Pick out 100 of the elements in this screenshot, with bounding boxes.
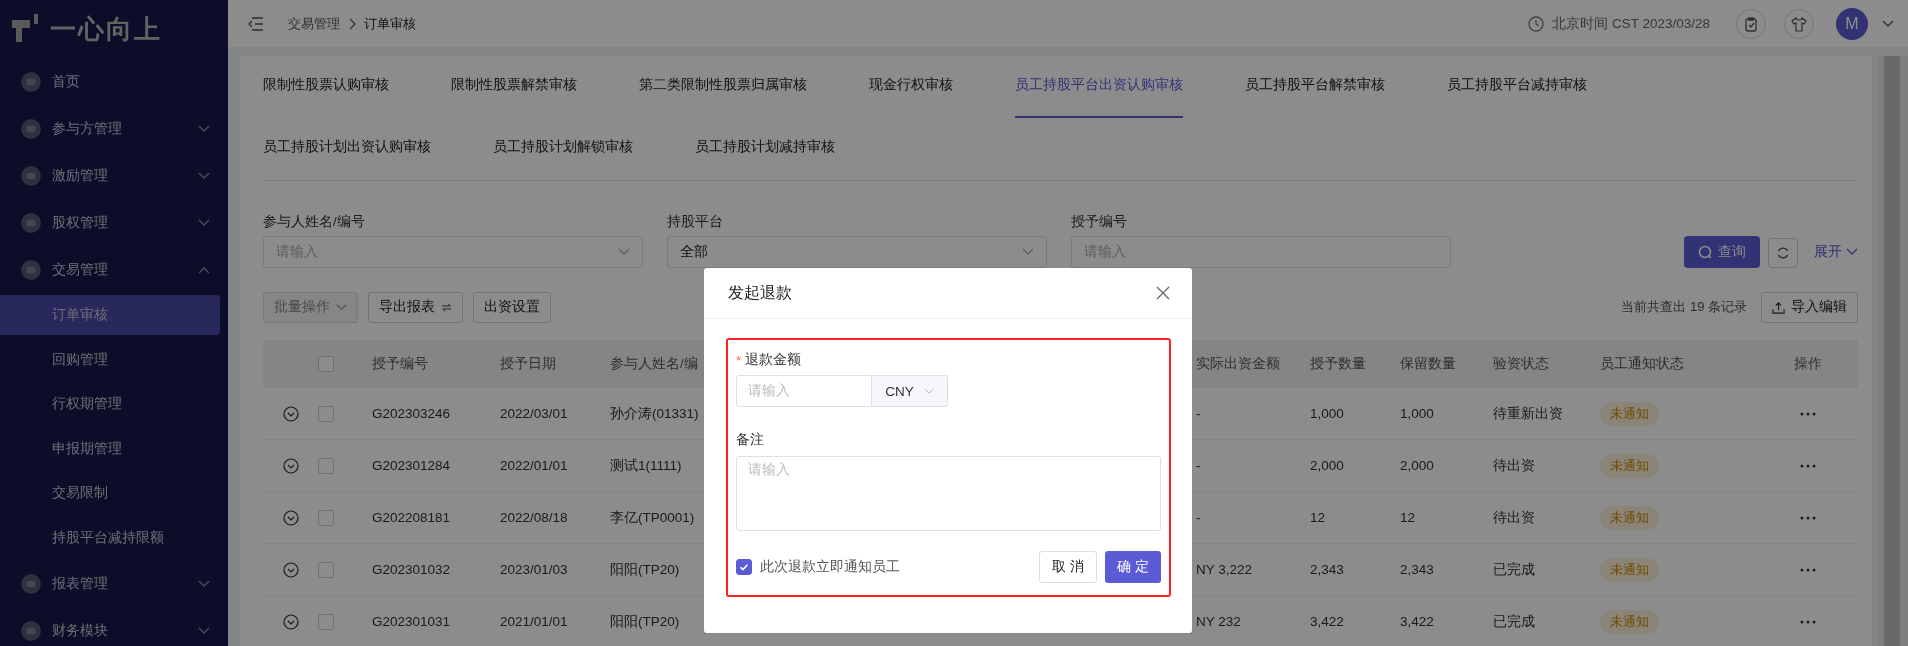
table-cell: 阳阳(TP20) [610,612,680,631]
breadcrumb-current: 订单审核 [364,14,416,33]
sidebar-item[interactable]: 参与方管理 [0,105,228,152]
table-cell: G202301032 [372,562,451,577]
table-cell: G202303246 [372,406,451,421]
expand-row-icon[interactable] [282,613,299,630]
row-checkbox[interactable] [318,613,334,630]
table-cell: 12 [1310,510,1326,525]
tab[interactable]: 员工持股计划出资认购审核 [263,118,431,180]
table-cell: 孙介涛(01331) [610,404,699,423]
expand-link[interactable]: 展开 [1814,236,1858,268]
table-cell: 待出资 [1493,508,1535,527]
select-field[interactable]: 全部 [667,236,1047,268]
dialog-title: 发起退款 [728,282,793,303]
toolbar-button[interactable]: 出资设置 [473,291,551,323]
sidebar-subitem[interactable]: 行权期管理 [0,382,220,427]
refresh-icon [1776,246,1790,260]
sidebar-item[interactable]: 首页 [0,58,228,105]
collapse-icon[interactable] [248,16,264,31]
column-header: 操作 [1793,355,1822,373]
expand-row-icon[interactable] [282,509,299,526]
import-button[interactable]: 导入编辑 [1761,291,1858,323]
row-checkbox[interactable] [318,509,334,526]
expand-row-icon[interactable] [282,561,299,578]
tab[interactable]: 第二类限制性股票归属审核 [639,56,807,118]
table-cell: 2,343 [1400,562,1434,577]
tab[interactable]: 员工持股平台出资认购审核 [1015,56,1183,118]
more-icon[interactable] [1799,619,1816,624]
tab[interactable]: 限制性股票解禁审核 [451,56,577,118]
column-header: 验资状态 [1493,355,1549,373]
status-badge: 未通知 [1600,401,1659,426]
tab[interactable]: 员工持股计划解锁审核 [493,118,633,180]
tab[interactable]: 限制性股票认购审核 [263,56,389,118]
swap-icon [441,302,452,312]
clipboard-button[interactable] [1736,8,1766,39]
expand-row-icon[interactable] [282,405,299,422]
column-header: 实际出资金额 [1196,355,1280,373]
sidebar-subitem[interactable]: 回购管理 [0,337,220,382]
chevron-down-icon[interactable] [1882,19,1894,28]
status-badge: 未通知 [1600,557,1659,582]
sidebar-subitem[interactable]: 订单审核 [0,295,220,335]
sidebar-item[interactable]: 报表管理 [0,560,228,607]
expand-row-icon[interactable] [282,457,299,474]
sidebar-subitem[interactable]: 申报期管理 [0,426,220,471]
search-button[interactable]: 查询 [1684,236,1760,268]
refresh-button[interactable] [1768,238,1798,268]
tab[interactable]: 员工持股平台减持审核 [1447,56,1587,118]
status-badge: 未通知 [1600,505,1659,530]
tab[interactable]: 现金行权审核 [869,56,953,118]
more-icon[interactable] [1799,515,1816,520]
table-cell: 2022/08/18 [500,510,568,525]
chevron-down-icon [618,248,630,256]
table-cell: G202208181 [372,510,451,525]
more-icon[interactable] [1799,463,1816,468]
sidebar-item[interactable]: 财务模块 [0,607,228,646]
sidebar-item[interactable]: 交易管理 [0,246,228,293]
table-cell: G202301284 [372,458,451,473]
avatar[interactable]: M [1836,7,1868,40]
cancel-button[interactable]: 取 消 [1039,551,1098,583]
row-checkbox[interactable] [318,561,334,578]
table-cell: 1,000 [1310,406,1344,421]
table-cell: 2,000 [1400,458,1434,473]
select-all-checkbox[interactable] [318,356,334,372]
table-cell: 2021/01/01 [500,614,568,629]
clock-icon [1528,15,1545,32]
sidebar-subitem[interactable]: 持股平台减持限额 [0,515,220,560]
scrollbar[interactable] [1878,56,1908,646]
column-header: 授予数量 [1310,355,1366,373]
logo-text: 一心向上 [50,12,162,46]
table-cell: 12 [1400,510,1416,525]
table-cell: 待出资 [1493,456,1535,475]
sidebar-item[interactable]: 股权管理 [0,199,228,246]
table-cell: 2023/01/03 [500,562,568,577]
row-checkbox[interactable] [318,457,334,474]
close-icon[interactable] [1156,286,1170,300]
status-badge: 未通知 [1600,609,1659,634]
more-icon[interactable] [1799,411,1816,416]
table-cell: - [1196,458,1201,473]
currency-select[interactable]: CNY [872,375,948,407]
required-mark: * [736,352,742,368]
sidebar-item[interactable]: 激励管理 [0,152,228,199]
confirm-button[interactable]: 确 定 [1105,551,1161,583]
sidebar-subitem[interactable]: 交易限制 [0,471,220,516]
more-icon[interactable] [1799,567,1816,572]
table-cell: 3,422 [1400,614,1434,629]
chevron-right-icon [348,17,356,30]
search-icon [1698,245,1712,259]
tab[interactable]: 员工持股计划减持审核 [695,118,835,180]
row-checkbox[interactable] [318,405,334,422]
table-cell: - [1196,406,1201,421]
toolbar-button[interactable]: 导出报表 [368,291,463,323]
table-cell: G202301031 [372,614,451,629]
column-header: 保留数量 [1400,355,1456,373]
shirt-icon [1791,15,1807,32]
notify-checkbox[interactable] [736,559,752,575]
table-cell: 待重新出资 [1493,404,1563,423]
breadcrumb-link[interactable]: 交易管理 [288,14,340,33]
shirt-button[interactable] [1784,8,1814,39]
tab[interactable]: 员工持股平台解禁审核 [1245,56,1385,118]
column-header: 参与人姓名/编 [610,355,698,373]
